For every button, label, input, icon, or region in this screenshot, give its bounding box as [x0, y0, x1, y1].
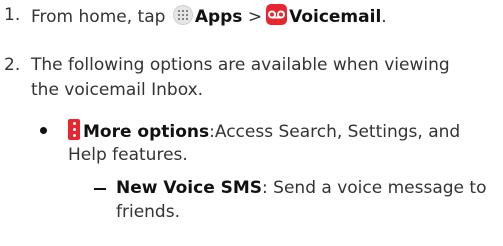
step-text-intro: From home, tap: [31, 7, 166, 27]
step-end-punctuation: .: [381, 7, 387, 27]
new-voice-sms-desc: : Send a voice message to: [262, 178, 487, 198]
new-voice-sms-line-2: friends.: [116, 202, 180, 222]
more-options-line-1: More options:Access Search, Settings, an…: [68, 119, 460, 143]
dash-marker: [94, 188, 106, 190]
voicemail-icon: [266, 4, 288, 25]
more-options-label: More options: [83, 122, 210, 142]
new-voice-sms-label: New Voice SMS: [116, 178, 263, 198]
new-voice-sms-line-1: New Voice SMS: Send a voice message to: [116, 177, 486, 199]
apps-grid-icon: [172, 5, 193, 25]
more-options-line-2: Help features.: [68, 145, 188, 165]
step-text-line-2: the voicemail Inbox.: [31, 80, 204, 100]
more-options-icon: [68, 119, 80, 140]
step-text-line-1: The following options are available when…: [31, 55, 450, 75]
path-separator: >: [247, 7, 263, 27]
voicemail-label: Voicemail: [289, 7, 382, 27]
step-text: From home, tap Apps > Voicemail.: [31, 4, 387, 28]
step-number: 1.: [4, 5, 21, 25]
step-number: 2.: [4, 55, 21, 75]
bullet-marker: [40, 127, 47, 134]
apps-label: Apps: [194, 7, 243, 27]
more-options-desc: :Access Search, Settings, and: [209, 122, 461, 142]
